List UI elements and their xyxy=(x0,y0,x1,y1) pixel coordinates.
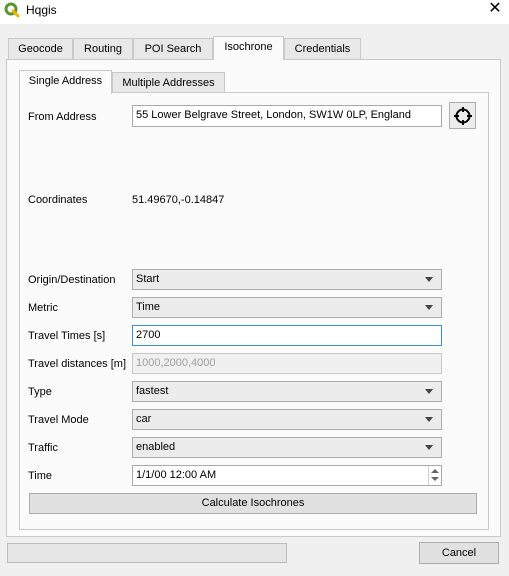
spin-down-icon[interactable] xyxy=(431,477,439,481)
chevron-down-icon xyxy=(425,417,433,422)
travel-distances-input[interactable]: 1000,2000,4000 xyxy=(132,353,442,374)
origin-destination-value: Start xyxy=(136,273,160,285)
crosshair-icon xyxy=(454,107,472,125)
travel-mode-select[interactable]: car xyxy=(132,409,442,430)
tab-isochrone[interactable]: Isochrone xyxy=(213,36,284,60)
coordinates-value: 51.49670,-0.14847 xyxy=(132,194,225,206)
tab-credentials[interactable]: Credentials xyxy=(284,38,361,60)
tab-geocode[interactable]: Geocode xyxy=(8,38,73,60)
traffic-label: Traffic xyxy=(28,442,58,454)
travel-times-label: Travel Times [s] xyxy=(28,330,106,342)
chevron-down-icon xyxy=(425,277,433,282)
travel-distances-label: Travel distances [m] xyxy=(28,358,127,370)
traffic-select[interactable]: enabled xyxy=(132,437,442,458)
travel-mode-value: car xyxy=(136,413,152,425)
spin-up-icon[interactable] xyxy=(431,469,439,473)
qgis-logo-icon xyxy=(4,2,20,18)
locate-button[interactable] xyxy=(449,102,476,129)
tab-poi-search[interactable]: POI Search xyxy=(133,38,213,60)
cancel-button[interactable]: Cancel xyxy=(419,542,499,564)
metric-select[interactable]: Time xyxy=(132,297,442,318)
chevron-down-icon xyxy=(425,445,433,450)
subtab-single-address[interactable]: Single Address xyxy=(19,70,112,94)
travel-mode-label: Travel Mode xyxy=(28,414,89,426)
traffic-value: enabled xyxy=(136,441,176,453)
tab-routing[interactable]: Routing xyxy=(73,38,133,60)
type-label: Type xyxy=(28,386,52,398)
title-bar: Hqgis ✕ xyxy=(0,0,509,24)
subtab-multiple-addresses[interactable]: Multiple Addresses xyxy=(112,72,225,94)
from-address-input[interactable]: 55 Lower Belgrave Street, London, SW1W 0… xyxy=(132,105,442,127)
chevron-down-icon xyxy=(425,305,433,310)
time-value: 1/1/00 12:00 AM xyxy=(136,469,217,481)
progress-bar xyxy=(7,543,287,563)
travel-times-input[interactable]: 2700 xyxy=(132,325,442,346)
type-select[interactable]: fastest xyxy=(132,381,442,402)
origin-destination-label: Origin/Destination xyxy=(28,274,116,286)
calculate-isochrones-button[interactable]: Calculate Isochrones xyxy=(29,493,477,514)
time-datetime-input[interactable]: 1/1/00 12:00 AM xyxy=(132,465,442,486)
type-value: fastest xyxy=(136,385,169,397)
from-address-label: From Address xyxy=(28,111,97,123)
time-spinner[interactable] xyxy=(428,466,441,485)
coordinates-label: Coordinates xyxy=(28,194,88,206)
origin-destination-select[interactable]: Start xyxy=(132,269,442,290)
window-title: Hqgis xyxy=(26,3,57,17)
metric-label: Metric xyxy=(28,302,58,314)
time-label: Time xyxy=(28,470,53,482)
metric-value: Time xyxy=(136,301,161,313)
close-icon[interactable]: ✕ xyxy=(485,0,505,20)
chevron-down-icon xyxy=(425,389,433,394)
